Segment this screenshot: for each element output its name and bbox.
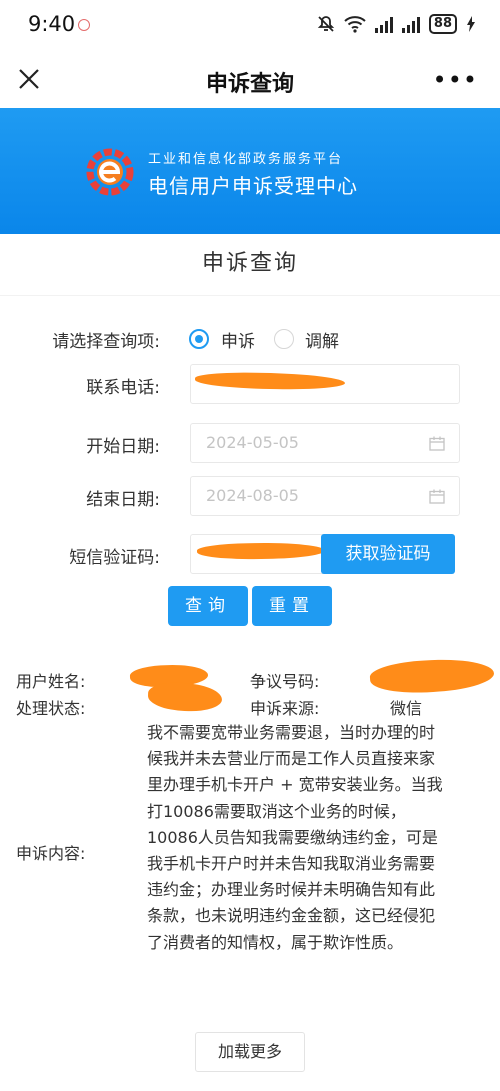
load-more-button[interactable]: 加载更多: [195, 1032, 305, 1072]
end-date-label: 结束日期:: [86, 490, 160, 510]
phone-label: 联系电话:: [86, 378, 160, 398]
end-date-value: 2024-08-05: [206, 486, 299, 505]
dispute-number-label: 争议号码:: [250, 672, 320, 691]
redaction-mark: [194, 371, 346, 391]
section-title: 申诉查询: [0, 234, 500, 296]
header-banner: 工业和信息化部政务服务平台 电信用户申诉受理中心: [0, 108, 500, 234]
banner-subtitle: 工业和信息化部政务服务平台: [148, 152, 344, 167]
status-label: 处理状态:: [16, 699, 86, 718]
get-code-button[interactable]: 获取验证码: [321, 534, 455, 574]
status-time: 9:40: [28, 12, 76, 36]
reset-button[interactable]: 重置: [252, 586, 332, 626]
content-label: 申诉内容:: [16, 844, 86, 863]
user-name-label: 用户姓名:: [16, 672, 86, 691]
radio-mediation-label: 调解: [305, 332, 339, 352]
wifi-icon: [344, 16, 366, 33]
query-button[interactable]: 查询: [168, 586, 248, 626]
end-date-field[interactable]: 2024-08-05: [190, 476, 460, 516]
start-date-value: 2024-05-05: [206, 433, 299, 452]
notification-icon: [78, 19, 90, 31]
signal-icon: [374, 16, 393, 33]
radio-complaint[interactable]: [189, 329, 209, 349]
charging-icon: [467, 16, 475, 32]
source-value: 微信: [390, 699, 423, 718]
calendar-icon: [429, 436, 445, 451]
complaint-content: 我不需要宽带业务需要退，当时办理的时候我并未去营业厅而是工作人员直接来家里办理手…: [147, 723, 443, 952]
calendar-icon: [429, 489, 445, 504]
redaction-mark: [196, 541, 326, 561]
nav-bar: 申诉查询 •••: [0, 50, 500, 108]
status-icons: 88: [317, 14, 476, 34]
battery-icon: 88: [428, 14, 457, 34]
redaction-mark: [369, 655, 495, 697]
banner-title: 电信用户申诉受理中心: [148, 174, 358, 198]
phone-field[interactable]: [190, 364, 460, 404]
radio-complaint-label: 申诉: [221, 332, 255, 352]
more-icon[interactable]: •••: [433, 66, 478, 94]
telecom-logo: [86, 148, 134, 196]
signal-icon: [401, 16, 420, 33]
start-date-field[interactable]: 2024-05-05: [190, 423, 460, 463]
nav-title: 申诉查询: [205, 72, 294, 97]
mute-icon: [317, 16, 335, 32]
source-label: 申诉来源:: [250, 699, 320, 718]
radio-mediation[interactable]: [274, 329, 294, 349]
query-type-label: 请选择查询项:: [52, 332, 160, 352]
status-bar: 9:40 88: [0, 0, 500, 50]
sms-code-label: 短信验证码:: [69, 548, 160, 568]
start-date-label: 开始日期:: [86, 437, 160, 457]
sms-code-field[interactable]: [190, 534, 330, 574]
redaction-mark: [147, 681, 223, 713]
